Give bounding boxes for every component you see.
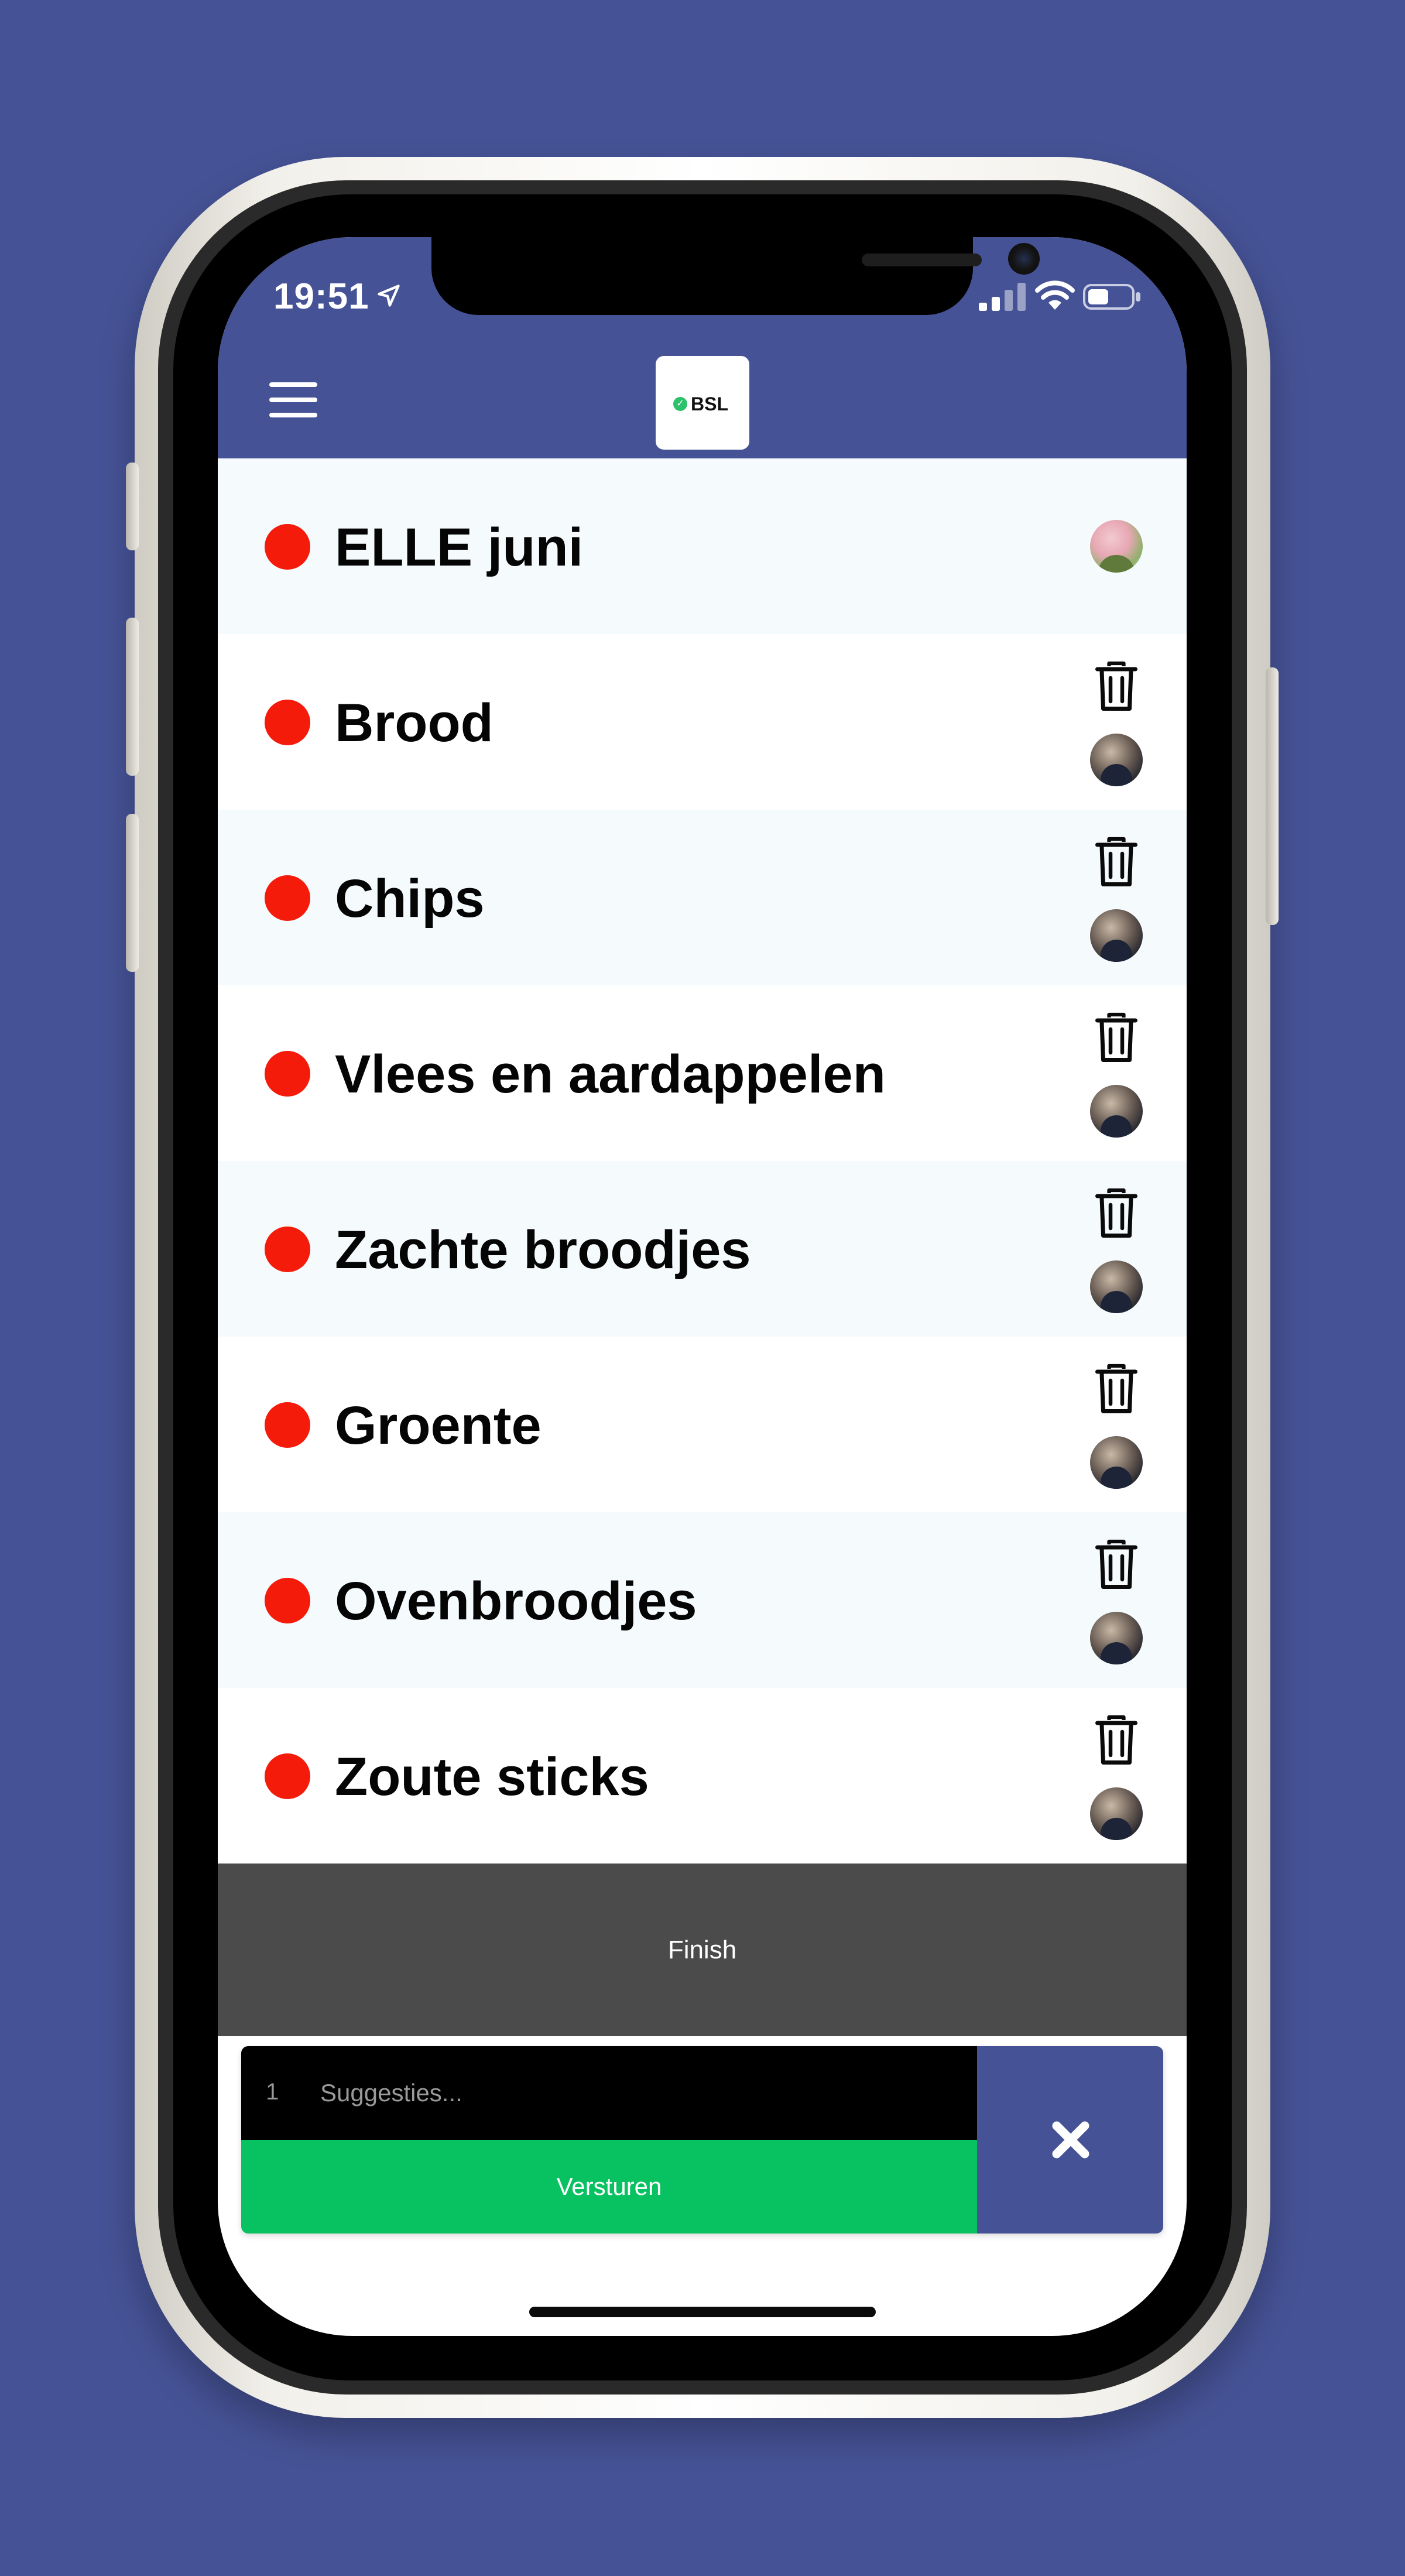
item-name: Zachte broodjes [335,1220,751,1280]
trash-icon[interactable] [1093,660,1140,713]
finish-button[interactable]: Finish [218,1864,1187,2036]
trash-icon[interactable] [1093,1714,1140,1767]
item-name: Groente [335,1396,542,1455]
trash-icon[interactable] [1093,1363,1140,1416]
hamburger-line [269,413,317,417]
close-button[interactable] [977,2046,1163,2234]
power-button [1266,667,1279,925]
close-icon [1052,2121,1089,2159]
list-item[interactable]: Zoute sticks [218,1688,1187,1864]
camera [1008,243,1040,275]
mute-switch [126,463,139,550]
status-dot [265,1753,310,1799]
home-indicator[interactable] [529,2307,876,2317]
list-item[interactable]: Chips [218,810,1187,985]
item-name: Vlees en aardappelen [335,1044,886,1104]
avatar [1090,909,1143,962]
list-item[interactable]: Brood [218,634,1187,810]
signal-icon [979,283,1026,311]
item-name: Brood [335,693,494,753]
avatar [1090,1787,1143,1840]
list-item[interactable]: Groente [218,1337,1187,1512]
item-list: ELLE juni Brood Chips Vlees en aardappel… [218,458,1187,1864]
list-item[interactable]: Vlees en aardappelen [218,985,1187,1161]
item-name: ELLE juni [335,518,584,577]
status-time: 19:51 [273,276,369,317]
list-item[interactable]: Zachte broodjes [218,1161,1187,1337]
status-dot [265,875,310,921]
avatar [1090,1612,1143,1664]
status-dot [265,1227,310,1272]
trash-icon[interactable] [1093,836,1140,889]
trash-icon[interactable] [1093,1187,1140,1240]
trash-icon[interactable] [1093,1539,1140,1591]
avatar [1090,1085,1143,1138]
status-dot [265,524,310,570]
item-name: Zoute sticks [335,1747,649,1807]
suggestion-panel: 1 Suggesties... Versturen [241,2046,1163,2234]
app-header: ✓ BSL [218,341,1187,458]
send-button[interactable]: Versturen [241,2140,977,2234]
status-dot [265,700,310,745]
location-arrow-icon [378,285,400,307]
notch [431,237,1040,315]
check-icon: ✓ [673,397,687,411]
avatar [1090,734,1143,786]
item-name: Chips [335,869,485,929]
status-bar: 19:51 [218,237,1187,341]
avatar [1090,1436,1143,1489]
logo-text: BSL [691,393,728,415]
status-dot [265,1051,310,1097]
speaker [862,254,982,266]
app-logo[interactable]: ✓ BSL [656,356,749,450]
hamburger-line [269,382,317,387]
screen: 19:51 ✓ BSL ELLE juni Brood Chips Vlees … [218,237,1187,2336]
avatar [1090,1260,1143,1313]
battery-icon [1083,284,1140,310]
volume-up-button [126,618,139,776]
volume-down-button [126,814,139,972]
status-dot [265,1578,310,1623]
suggestion-input[interactable]: 1 Suggesties... [241,2046,977,2140]
suggestion-count: 1 [266,2079,279,2105]
item-name: Ovenbroodjes [335,1571,697,1631]
suggestion-placeholder: Suggesties... [320,2079,462,2106]
wifi-icon [1035,280,1075,310]
avatar [1090,520,1143,573]
status-dot [265,1402,310,1448]
list-item[interactable]: ELLE juni [218,458,1187,634]
trash-icon[interactable] [1093,1012,1140,1064]
hamburger-line [269,398,317,402]
hamburger-icon[interactable] [269,382,317,417]
list-item[interactable]: Ovenbroodjes [218,1512,1187,1688]
